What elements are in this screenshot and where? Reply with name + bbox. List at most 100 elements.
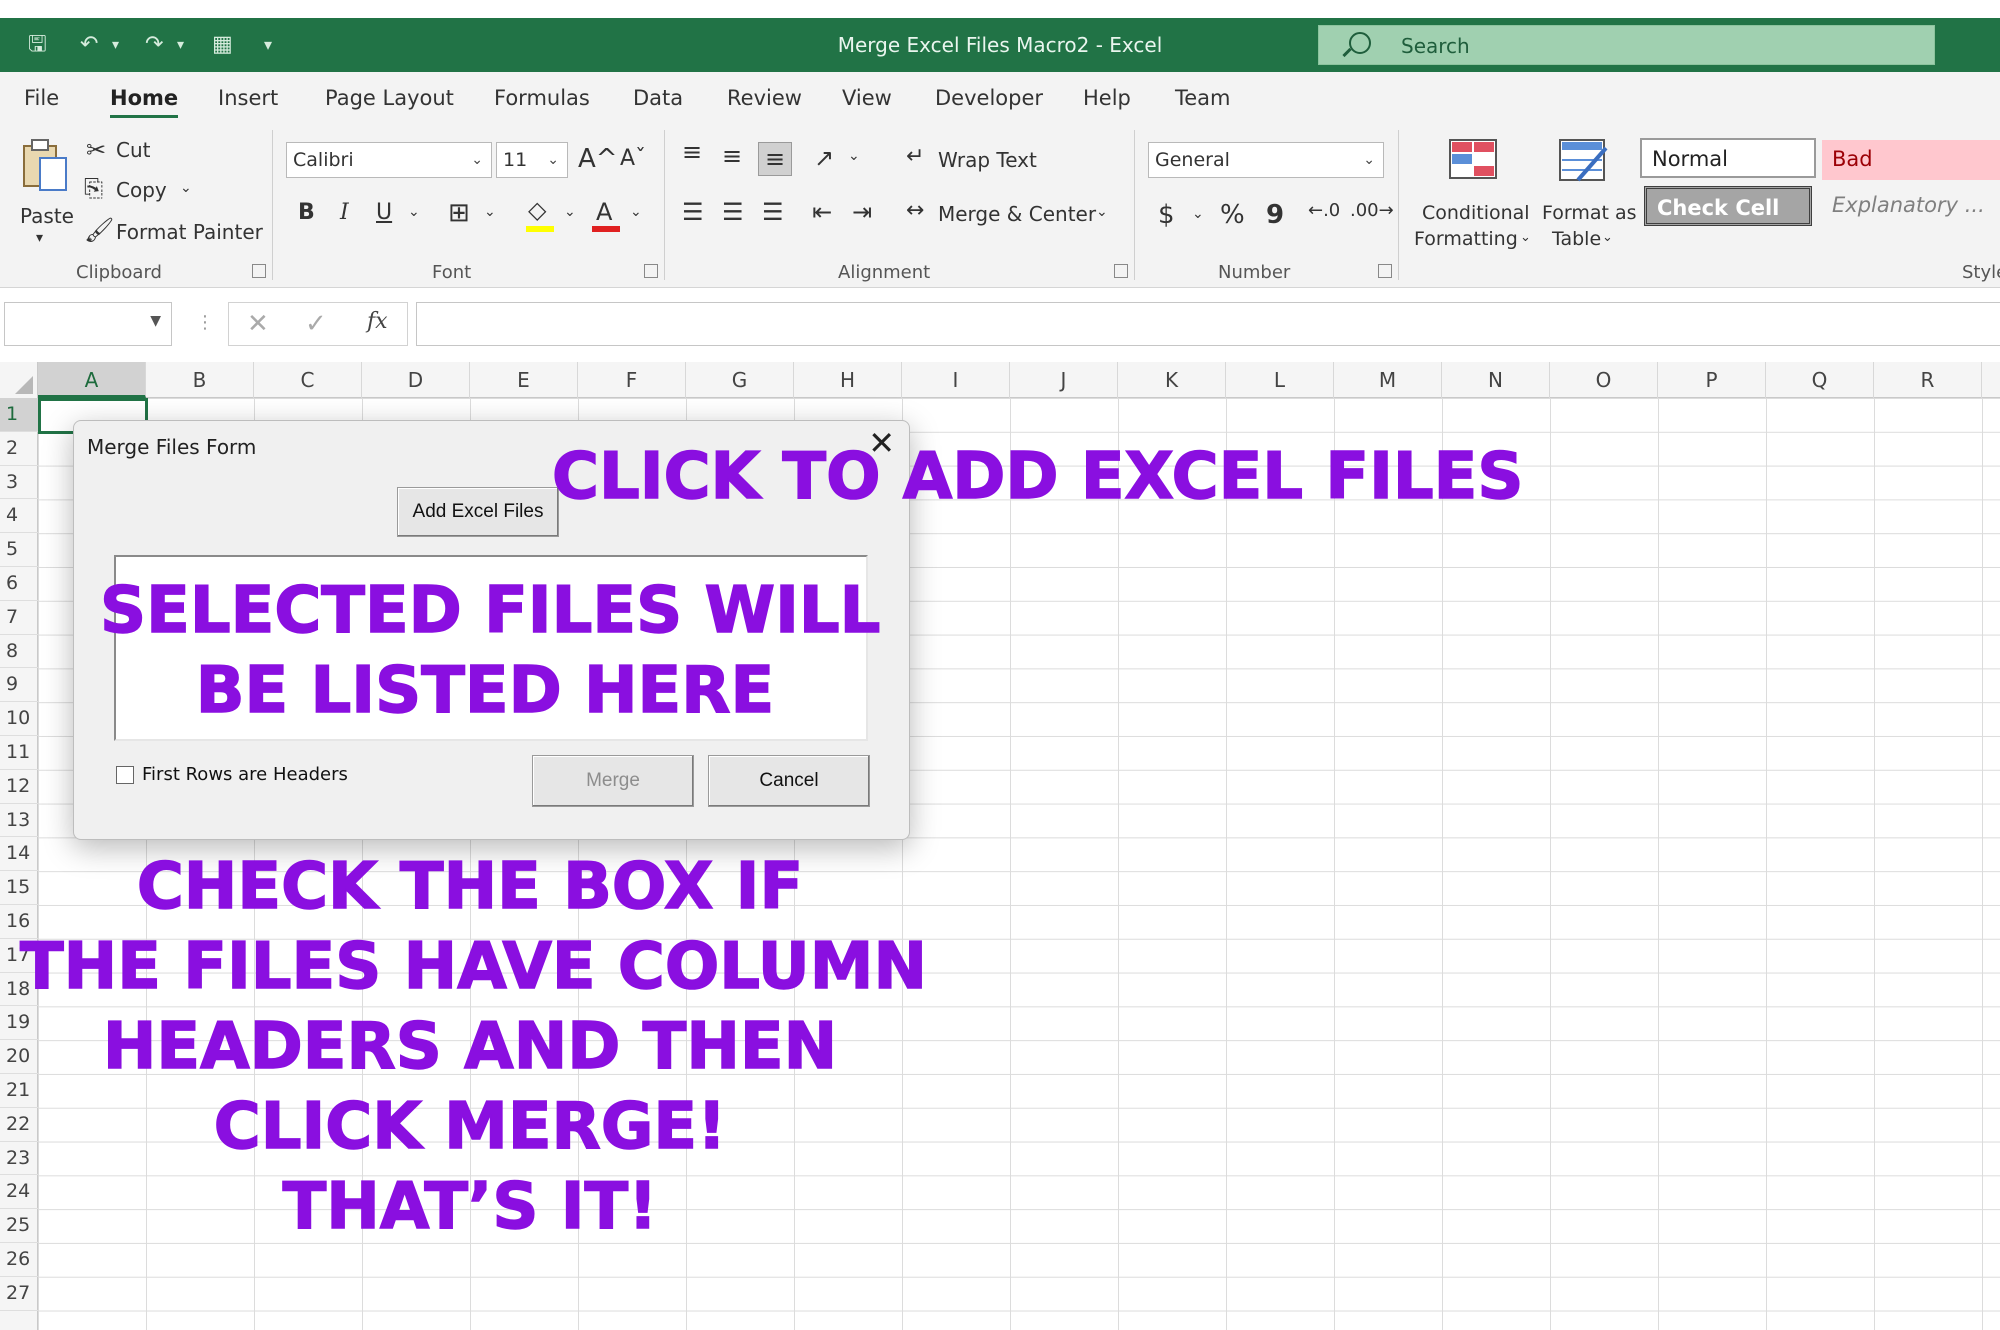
column-header-k[interactable]: K xyxy=(1118,362,1226,398)
tab-file[interactable]: File xyxy=(24,86,59,110)
row-header-4[interactable]: 4 xyxy=(0,499,38,534)
tab-data[interactable]: Data xyxy=(633,86,683,110)
italic-button[interactable]: I xyxy=(340,200,349,225)
tab-page-layout[interactable]: Page Layout xyxy=(325,86,454,110)
column-header-q[interactable]: Q xyxy=(1766,362,1874,398)
alignment-launcher-icon[interactable] xyxy=(1114,264,1128,278)
paste-dropdown-icon[interactable]: ▾ xyxy=(36,230,43,246)
merge-center-button[interactable]: Merge & Center xyxy=(938,202,1096,226)
copy-button[interactable]: Copy xyxy=(116,178,167,202)
underline-dropdown-icon[interactable]: ⌄ xyxy=(408,204,420,220)
row-header-11[interactable]: 11 xyxy=(0,736,38,770)
wrap-text-button[interactable]: Wrap Text xyxy=(938,148,1037,172)
grow-font-button[interactable]: A^ xyxy=(578,144,618,174)
row-header-8[interactable]: 8 xyxy=(0,635,38,669)
row-header-6[interactable]: 6 xyxy=(0,567,38,601)
column-header-o[interactable]: O xyxy=(1550,362,1658,398)
add-excel-files-button[interactable]: Add Excel Files xyxy=(397,487,559,537)
font-size-select[interactable]: 11 ⌄ xyxy=(496,142,568,178)
number-launcher-icon[interactable] xyxy=(1378,264,1392,278)
calculator-icon[interactable]: ▦ xyxy=(212,30,233,60)
format-as-table-button[interactable]: Format as Table ⌄ xyxy=(1538,132,1637,262)
fill-color-dropdown-icon[interactable]: ⌄ xyxy=(564,204,576,220)
font-launcher-icon[interactable] xyxy=(644,264,658,278)
column-header-h[interactable]: H xyxy=(794,362,902,398)
style-bad[interactable]: Bad xyxy=(1822,140,2000,180)
column-header-n[interactable]: N xyxy=(1442,362,1550,398)
underline-button[interactable]: U xyxy=(376,200,392,225)
shrink-font-button[interactable]: Aˇ xyxy=(620,146,646,171)
fill-color-icon[interactable]: ◇ xyxy=(528,198,546,222)
first-rows-headers-checkbox[interactable] xyxy=(116,766,134,784)
name-box[interactable]: ▼ xyxy=(4,302,172,346)
column-header-a[interactable]: A xyxy=(38,362,146,398)
row-header-26[interactable]: 26 xyxy=(0,1243,38,1277)
percent-button[interactable]: % xyxy=(1220,200,1245,230)
tab-insert[interactable]: Insert xyxy=(218,86,278,110)
align-middle-icon[interactable]: ≡ xyxy=(722,144,742,168)
number-format-select[interactable]: General ⌄ xyxy=(1148,142,1384,178)
redo-icon[interactable]: ↷ xyxy=(145,30,163,60)
increase-decimal-icon[interactable]: ←.0 xyxy=(1308,202,1340,220)
increase-indent-icon[interactable]: ⇥ xyxy=(852,200,872,224)
cancel-entry-icon[interactable]: ✕ xyxy=(247,309,269,339)
row-header-13[interactable]: 13 xyxy=(0,804,38,838)
insert-function-button[interactable]: fx xyxy=(367,309,388,334)
column-header-d[interactable]: D xyxy=(362,362,470,398)
tab-review[interactable]: Review xyxy=(727,86,802,110)
align-top-icon[interactable]: ≡ xyxy=(682,140,702,164)
conditional-formatting-button[interactable]: Conditional Formatting ⌄ xyxy=(1412,132,1534,262)
cut-button[interactable]: Cut xyxy=(116,138,150,162)
decrease-decimal-icon[interactable]: .00→ xyxy=(1350,202,1394,220)
row-header-12[interactable]: 12 xyxy=(0,770,38,804)
row-header-3[interactable]: 3 xyxy=(0,466,38,500)
select-all-corner[interactable] xyxy=(0,362,38,398)
decrease-indent-icon[interactable]: ⇤ xyxy=(812,200,832,224)
tab-team[interactable]: Team xyxy=(1175,86,1231,110)
copy-dropdown-icon[interactable]: ⌄ xyxy=(180,180,192,196)
row-header-5[interactable]: 5 xyxy=(0,533,38,567)
clipboard-launcher-icon[interactable] xyxy=(252,264,266,278)
column-header-p[interactable]: P xyxy=(1658,362,1766,398)
row-header-10[interactable]: 10 xyxy=(0,702,38,736)
orientation-icon[interactable]: ↗ xyxy=(814,146,834,170)
column-header-l[interactable]: L xyxy=(1226,362,1334,398)
style-explanatory[interactable]: Explanatory ... xyxy=(1822,186,2000,226)
formula-input[interactable] xyxy=(416,302,2000,346)
undo-dropdown-icon[interactable]: ▾ xyxy=(112,30,119,60)
redo-dropdown-icon[interactable]: ▾ xyxy=(177,30,184,60)
column-header-r[interactable]: R xyxy=(1874,362,1982,398)
tab-home[interactable]: Home xyxy=(110,86,179,118)
column-header-m[interactable]: M xyxy=(1334,362,1442,398)
tab-help[interactable]: Help xyxy=(1083,86,1131,110)
font-name-select[interactable]: Calibri ⌄ xyxy=(286,142,492,178)
column-header-e[interactable]: E xyxy=(470,362,578,398)
merge-button[interactable]: Merge xyxy=(532,755,694,807)
currency-button[interactable]: $ xyxy=(1158,200,1175,230)
cut-icon[interactable]: ✂ xyxy=(86,138,106,162)
style-check-cell[interactable]: Check Cell xyxy=(1644,186,1812,226)
format-painter-button[interactable]: Format Painter xyxy=(116,220,263,244)
font-color-dropdown-icon[interactable]: ⌄ xyxy=(630,204,642,220)
column-header-i[interactable]: I xyxy=(902,362,1010,398)
row-header-27[interactable]: 27 xyxy=(0,1277,38,1311)
align-center-icon[interactable]: ☰ xyxy=(722,200,744,224)
bold-button[interactable]: B xyxy=(298,200,315,225)
cancel-button[interactable]: Cancel xyxy=(708,755,870,807)
column-header-j[interactable]: J xyxy=(1010,362,1118,398)
borders-dropdown-icon[interactable]: ⌄ xyxy=(484,204,496,220)
row-header-7[interactable]: 7 xyxy=(0,601,38,635)
comma-button[interactable]: 9 xyxy=(1266,200,1284,230)
row-header-1[interactable]: 1 xyxy=(0,398,38,432)
column-header-f[interactable]: F xyxy=(578,362,686,398)
currency-dropdown-icon[interactable]: ⌄ xyxy=(1192,206,1204,222)
more-options-icon[interactable]: ⋮ xyxy=(196,312,214,333)
align-bottom-icon[interactable]: ≡ xyxy=(758,142,793,176)
column-header-b[interactable]: B xyxy=(146,362,254,398)
column-header-c[interactable]: C xyxy=(254,362,362,398)
tab-developer[interactable]: Developer xyxy=(935,86,1043,110)
align-left-icon[interactable]: ☰ xyxy=(682,200,704,224)
row-header-2[interactable]: 2 xyxy=(0,432,38,466)
row-header-9[interactable]: 9 xyxy=(0,668,38,703)
column-header-g[interactable]: G xyxy=(686,362,794,398)
